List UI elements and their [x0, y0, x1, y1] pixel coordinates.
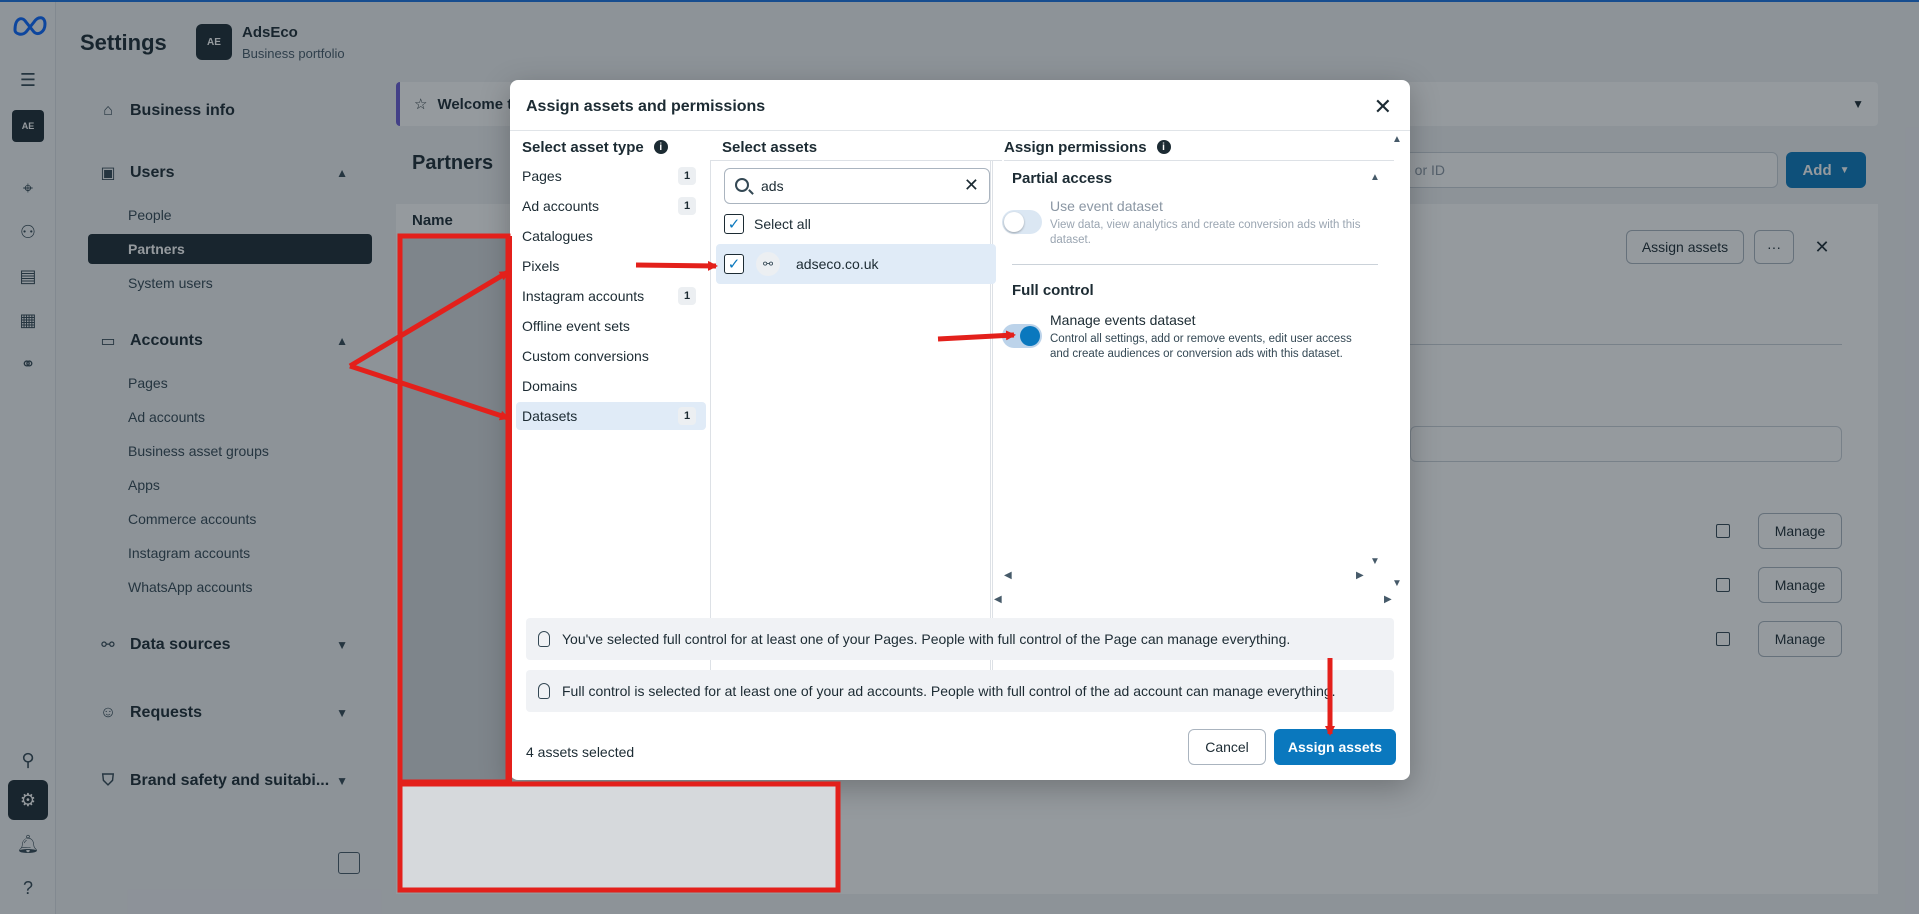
asset-type-header: Select asset type i [522, 132, 668, 162]
select-all-label: Select all [754, 216, 811, 232]
divider [1004, 160, 1394, 161]
divider [1012, 264, 1378, 265]
manage-dataset-toggle[interactable] [1002, 324, 1042, 348]
clear-icon[interactable]: ✕ [964, 175, 979, 196]
info-icon[interactable]: i [1156, 140, 1171, 154]
column-divider [990, 160, 991, 690]
scroll-up-icon[interactable]: ▲ [1392, 134, 1402, 145]
lightbulb-icon [538, 631, 550, 647]
use-dataset-toggle[interactable] [1002, 210, 1042, 234]
scroll-right-icon[interactable]: ▶ [1384, 594, 1392, 605]
asset-search-input[interactable]: ads ✕ [724, 168, 990, 204]
column-divider [710, 160, 711, 688]
permissions-header: Assign permissions i [1004, 132, 1171, 162]
notice-ad-accounts: Full control is selected for at least on… [526, 670, 1394, 712]
modal-divider [510, 130, 1410, 131]
column-divider [992, 160, 993, 690]
divider [710, 160, 1002, 161]
asset-type-datasets[interactable]: Datasets 1 [516, 402, 706, 430]
asset-type-domains[interactable]: Domains [516, 372, 706, 400]
asset-type-pixels[interactable]: Pixels [516, 252, 706, 280]
asset-type-ad-accounts[interactable]: Ad accounts 1 [516, 192, 706, 220]
asset-name: adseco.co.uk [796, 256, 879, 272]
assign-assets-modal: Assign assets and permissions ✕ Select a… [510, 80, 1410, 780]
cancel-button[interactable]: Cancel [1188, 729, 1266, 765]
asset-checkbox[interactable]: ✓ [724, 254, 744, 274]
asset-type-pages[interactable]: Pages 1 [516, 162, 706, 190]
use-dataset-description: View data, view analytics and create con… [1050, 219, 1361, 246]
full-control-heading: Full control [1012, 282, 1094, 299]
scroll-left-icon[interactable]: ◀ [994, 594, 1002, 605]
close-icon[interactable]: ✕ [1374, 94, 1392, 120]
select-all-checkbox[interactable]: ✓ [724, 214, 744, 234]
count-badge: 1 [678, 287, 696, 305]
asset-type-instagram-accounts[interactable]: Instagram accounts 1 [516, 282, 706, 310]
count-badge: 1 [678, 197, 696, 215]
dataset-icon: ⚯ [756, 252, 780, 276]
search-value: ads [761, 178, 784, 194]
info-icon[interactable]: i [653, 140, 668, 154]
search-icon [735, 178, 749, 192]
manage-dataset-label: Manage events dataset [1050, 312, 1196, 328]
assign-assets-button[interactable]: Assign assets [1274, 729, 1396, 765]
scroll-right-icon[interactable]: ▶ [1356, 570, 1364, 581]
lightbulb-icon [538, 683, 550, 699]
scroll-down-icon[interactable]: ▼ [1392, 578, 1402, 589]
manage-dataset-description: Control all settings, add or remove even… [1050, 333, 1352, 360]
scroll-down-icon[interactable]: ▼ [1370, 556, 1380, 567]
selected-count: 4 assets selected [526, 744, 635, 760]
partial-access-heading: Partial access [1012, 170, 1113, 187]
asset-type-custom-conversions[interactable]: Custom conversions [516, 342, 706, 370]
count-badge: 1 [678, 167, 696, 185]
notice-pages: You've selected full control for at leas… [526, 618, 1394, 660]
asset-row[interactable]: ✓ ⚯ adseco.co.uk [716, 244, 996, 284]
scroll-left-icon[interactable]: ◀ [1004, 570, 1012, 581]
asset-type-offline-event-sets[interactable]: Offline event sets [516, 312, 706, 340]
use-dataset-label: Use event dataset [1050, 198, 1163, 214]
asset-type-catalogues[interactable]: Catalogues [516, 222, 706, 250]
assets-header: Select assets [722, 138, 818, 156]
scroll-up-icon[interactable]: ▲ [1370, 172, 1380, 183]
modal-title: Assign assets and permissions [526, 98, 766, 115]
count-badge: 1 [678, 407, 696, 425]
